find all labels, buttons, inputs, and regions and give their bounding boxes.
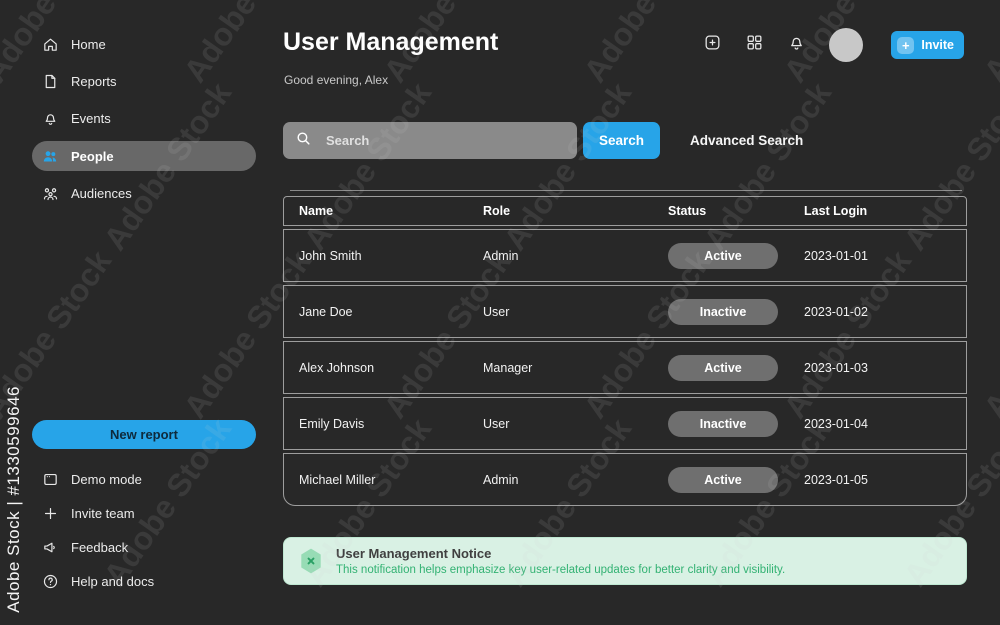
new-report-button[interactable]: New report — [32, 420, 256, 449]
cell-name: John Smith — [299, 248, 362, 263]
greeting-text: Good evening, Alex — [284, 73, 389, 87]
sidebar-item-label: Invite team — [71, 505, 135, 521]
sidebar-item-label: Audiences — [71, 185, 132, 201]
bell-icon — [787, 33, 806, 57]
table-row: Alex Johnson Manager Active 2023-01-03 — [283, 341, 967, 394]
sidebar-item-demo-mode[interactable]: Demo mode — [32, 464, 256, 494]
megaphone-icon — [42, 539, 59, 556]
sidebar-item-label: Events — [71, 110, 111, 126]
shield-x-icon — [298, 547, 324, 575]
plus-icon: + — [897, 36, 915, 54]
sidebar-item-home[interactable]: Home — [32, 29, 256, 59]
cell-name: Michael Miller — [299, 472, 376, 487]
cell-name: Alex Johnson — [299, 360, 375, 375]
cell-last-login: 2023-01-01 — [804, 248, 868, 263]
cell-last-login: 2023-01-03 — [804, 360, 868, 375]
table-row: Michael Miller Admin Active 2023-01-05 — [283, 453, 967, 506]
sidebar-item-people[interactable]: People — [32, 141, 256, 171]
column-header-last-login: Last Login — [804, 204, 868, 218]
add-new-button[interactable] — [701, 34, 723, 56]
header-actions: + Invite — [681, 28, 964, 62]
document-icon — [42, 73, 59, 90]
table-top-divider — [290, 190, 962, 191]
status-badge: Active — [668, 354, 778, 381]
notice-title: User Management Notice — [336, 546, 492, 561]
status-badge: Active — [668, 466, 778, 493]
cell-last-login: 2023-01-02 — [804, 304, 868, 319]
table-row: Emily Davis User Inactive 2023-01-04 — [283, 397, 967, 450]
cell-role: Admin — [483, 248, 519, 263]
notice-body: This notification helps emphasize key us… — [336, 564, 786, 576]
search-box — [283, 122, 577, 159]
cell-last-login: 2023-01-05 — [804, 472, 868, 487]
sidebar-item-invite-team[interactable]: Invite team — [32, 498, 256, 528]
sidebar-item-events[interactable]: Events — [32, 103, 256, 133]
sidebar-item-label: Reports — [71, 73, 117, 89]
square-plus-icon — [703, 33, 722, 57]
table-row: John Smith Admin Active 2023-01-01 — [283, 229, 967, 282]
bell-icon — [42, 110, 59, 127]
status-badge: Inactive — [668, 410, 778, 437]
column-header-status: Status — [668, 204, 707, 218]
table-row: Jane Doe User Inactive 2023-01-02 — [283, 285, 967, 338]
watermark-text: Adobe Stock — [977, 0, 1000, 89]
window-icon — [42, 471, 59, 488]
search-button[interactable]: Search — [583, 122, 660, 159]
cell-role: User — [483, 416, 510, 431]
sidebar-item-audiences[interactable]: Audiences — [32, 178, 256, 208]
status-badge: Active — [668, 242, 778, 269]
sidebar-item-label: Feedback — [71, 539, 129, 555]
sidebar-item-label: Help and docs — [71, 573, 155, 589]
invite-button-label: Invite — [921, 38, 954, 52]
advanced-search-link[interactable]: Advanced Search — [690, 133, 803, 148]
sidebar-item-reports[interactable]: Reports — [32, 66, 256, 96]
cell-name: Jane Doe — [299, 304, 353, 319]
audience-icon — [42, 185, 59, 202]
apps-button[interactable] — [743, 34, 765, 56]
search-input[interactable] — [326, 133, 565, 148]
sidebar-item-help[interactable]: Help and docs — [32, 566, 256, 596]
cell-last-login: 2023-01-04 — [804, 416, 868, 431]
table-header-row: Name Role Status Last Login — [283, 196, 967, 226]
app-window: Adobe StockAdobe StockAdobe StockAdobe S… — [0, 0, 1000, 625]
cell-role: Manager — [483, 360, 533, 375]
cell-name: Emily Davis — [299, 416, 365, 431]
notice-text: User Management Notice This notification… — [336, 546, 785, 576]
column-header-role: Role — [483, 204, 511, 218]
sidebar-item-feedback[interactable]: Feedback — [32, 532, 256, 562]
help-icon — [42, 573, 59, 590]
sidebar-item-label: Demo mode — [71, 471, 142, 487]
notifications-button[interactable] — [785, 34, 807, 56]
sidebar-item-label: People — [71, 148, 114, 164]
users-table: Name Role Status Last Login John Smith A… — [283, 196, 967, 506]
notice-banner: User Management Notice This notification… — [283, 537, 967, 585]
search-icon — [295, 130, 312, 152]
page-title: User Management — [283, 28, 499, 56]
watermark-text: Adobe Stock — [976, 244, 1000, 425]
status-badge: Inactive — [668, 298, 778, 325]
sidebar: Home Reports Events People Audiences New… — [0, 0, 270, 625]
cell-role: User — [483, 304, 510, 319]
column-header-name: Name — [299, 204, 334, 218]
cell-role: Admin — [483, 472, 519, 487]
people-icon — [42, 148, 59, 165]
stock-credit: Adobe Stock | #1330599646 — [4, 386, 23, 613]
avatar[interactable] — [829, 28, 864, 62]
invite-button[interactable]: + Invite — [891, 31, 964, 59]
grid-icon — [745, 33, 764, 57]
plus-icon — [42, 505, 59, 522]
sidebar-item-label: Home — [71, 36, 106, 52]
home-icon — [42, 36, 59, 53]
